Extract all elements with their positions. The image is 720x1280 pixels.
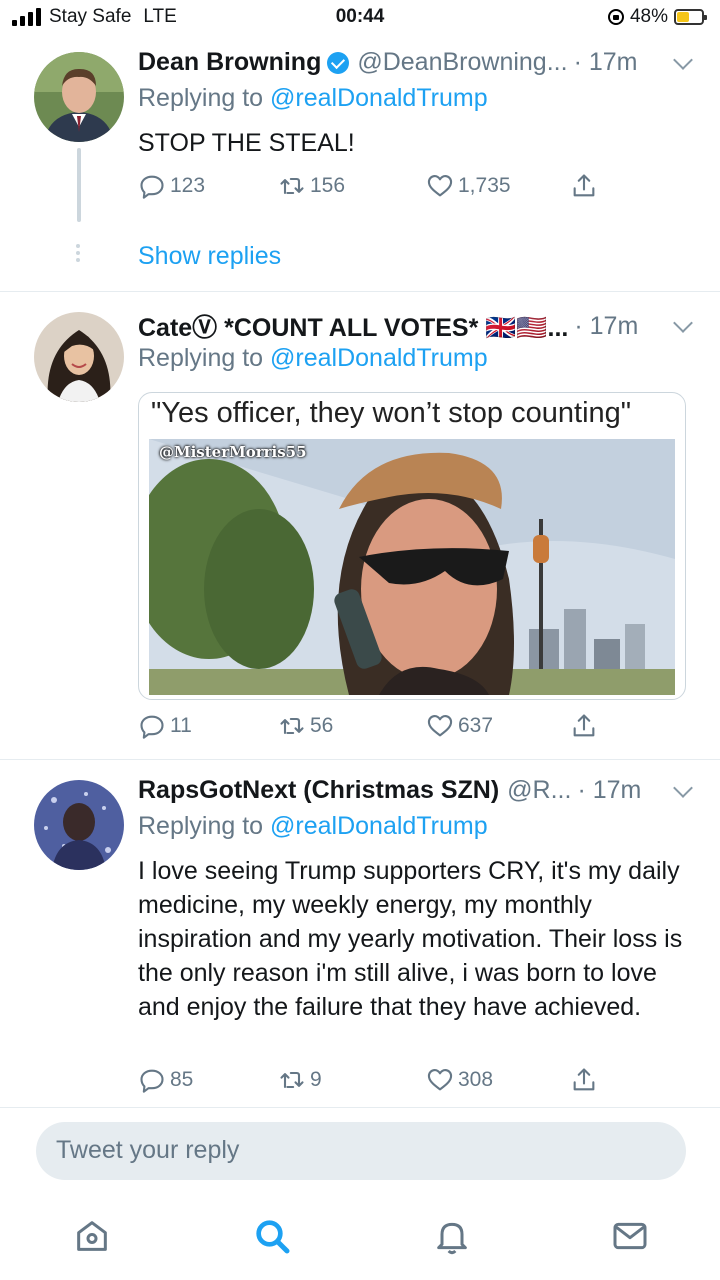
tweet[interactable]: Dean Browning @DeanBrowning... · 17m Rep… [0,36,720,292]
tweet-actions: 11 56 637 [138,712,608,744]
author-name[interactable]: Dean Browning [138,48,321,77]
tab-notifications[interactable] [432,1216,472,1256]
battery-icon [674,9,707,25]
reply-count: 11 [170,714,192,737]
search-icon [256,1220,290,1254]
mention-link[interactable]: @realDonaldTrump [270,84,488,112]
reply-count: 123 [170,174,206,197]
retweet-button[interactable]: 156 [278,172,345,200]
replying-prefix: Replying to [138,344,264,372]
tweet[interactable]: RapsGotNext (Christmas SZN) @R... · 17m … [0,760,720,1108]
author-name[interactable]: RapsGotNext (Christmas SZN) [138,776,499,805]
status-bar: Stay Safe LTE 00:44 48% [0,0,720,36]
tweet-actions: 85 9 308 [138,1066,608,1098]
media-watermark: @MisterMorris55 [159,443,307,461]
share-button[interactable] [570,172,602,200]
chevron-down-icon[interactable] [673,313,693,333]
retweet-icon [280,177,304,195]
avatar[interactable] [34,312,124,402]
avatar-image [34,780,124,870]
tweet[interactable]: CateⓋ *COUNT ALL VOTES* 🇬🇧🇺🇸... · 17m Re… [0,292,720,760]
tab-bar [0,1200,720,1280]
tweet-header: CateⓋ *COUNT ALL VOTES* 🇬🇧🇺🇸... · 17m [138,308,693,344]
media-caption: "Yes officer, they won’t stop counting" [151,397,632,429]
media-photo: @MisterMorris55 [149,439,675,695]
avatar-image [34,52,124,142]
reply-icon [140,1069,164,1093]
mention-link[interactable]: @realDonaldTrump [270,812,488,840]
thread-dots [76,244,82,262]
replying-prefix: Replying to [138,812,264,840]
tweet-header: RapsGotNext (Christmas SZN) @R... · 17m [138,776,693,805]
thread-line [77,148,81,222]
status-right: 48% [607,6,707,28]
reply-input[interactable]: Tweet your reply [36,1122,686,1180]
mention-link[interactable]: @realDonaldTrump [270,344,488,372]
heart-icon [427,175,453,197]
like-count: 637 [458,714,494,737]
chevron-down-icon[interactable] [673,777,693,798]
heart-icon [427,1069,453,1091]
retweet-icon [280,1071,304,1089]
tweet-time: · 17m [574,311,639,340]
reply-bar: Tweet your reply [0,1108,720,1200]
tweet-time: · 17m [577,776,642,804]
reply-button[interactable]: 11 [138,712,192,740]
author-name[interactable]: CateⓋ *COUNT ALL VOTES* 🇬🇧🇺🇸... [138,308,568,344]
retweet-count: 156 [310,174,346,197]
replying-to: Replying to @realDonaldTrump [138,84,488,113]
share-button[interactable] [570,712,602,740]
share-button[interactable] [570,1066,602,1094]
reply-button[interactable]: 85 [138,1066,193,1094]
replying-prefix: Replying to [138,84,264,112]
battery-percent: 48% [629,6,668,27]
orientation-lock-icon [607,9,624,25]
tab-search[interactable] [252,1216,292,1256]
reply-count: 85 [170,1068,194,1091]
like-button[interactable]: 637 [426,712,493,740]
verified-icon [327,51,350,74]
replying-to: Replying to @realDonaldTrump [138,344,488,373]
show-replies-link[interactable]: Show replies [138,242,281,271]
retweet-icon [280,717,304,735]
replying-to: Replying to @realDonaldTrump [138,812,488,841]
retweet-button[interactable]: 56 [278,712,333,740]
bell-icon [437,1222,467,1255]
tweet-text: STOP THE STEAL! [138,129,355,157]
home-icon [77,1221,107,1251]
tweet-text: I love seeing Trump supporters CRY, it's… [138,857,683,1021]
meme-image [149,439,675,695]
like-count: 1,735 [458,174,511,197]
tweet-header: Dean Browning @DeanBrowning... · 17m [138,48,693,77]
tweet-media[interactable]: "Yes officer, they won’t stop counting" [138,392,686,700]
avatar[interactable] [34,780,124,870]
tab-home[interactable] [72,1216,112,1256]
reply-button[interactable]: 123 [138,172,205,200]
tab-messages[interactable] [610,1216,650,1256]
share-icon [573,1068,595,1091]
retweet-count: 9 [310,1068,322,1091]
author-handle[interactable]: @R... [507,776,571,805]
avatar-image [34,312,124,402]
like-button[interactable]: 308 [426,1066,493,1094]
share-icon [573,174,595,197]
retweet-count: 56 [310,714,334,737]
author-handle[interactable]: @DeanBrowning... [357,48,567,77]
retweet-button[interactable]: 9 [278,1066,322,1094]
share-icon [573,714,595,737]
reply-icon [140,175,164,199]
heart-icon [427,715,453,737]
chevron-down-icon[interactable] [673,49,693,70]
avatar[interactable] [34,52,124,142]
tweet-time: · 17m [573,48,638,76]
like-count: 308 [458,1068,494,1091]
envelope-icon [613,1222,647,1250]
like-button[interactable]: 1,735 [426,172,511,200]
reply-icon [140,715,164,739]
tweet-actions: 123 156 1,735 [138,172,608,204]
